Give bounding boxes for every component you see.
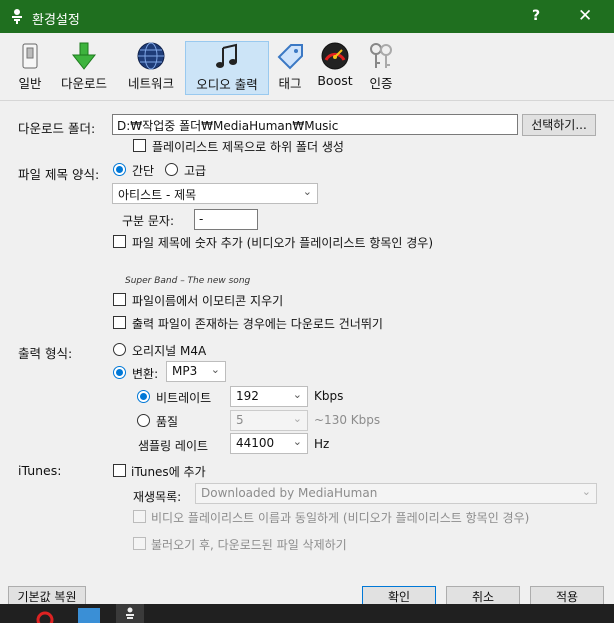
tab-audio-output[interactable]: 오디오 출력 xyxy=(185,41,269,95)
window-title: 환경설정 xyxy=(32,13,80,28)
chevron-down-icon: ⌄ xyxy=(210,363,220,376)
tag-icon xyxy=(277,44,303,70)
skip-existing-checkbox[interactable] xyxy=(113,316,126,329)
keys-icon xyxy=(370,43,392,68)
quality-label: 품질 xyxy=(156,415,179,429)
switch-icon xyxy=(22,43,38,69)
download-folder-label: 다운로드 폴더: xyxy=(18,121,96,136)
advanced-radio-label: 고급 xyxy=(184,164,207,178)
music-note-icon xyxy=(216,43,237,68)
app-icon xyxy=(12,9,22,24)
format-value: MP3 xyxy=(172,364,198,378)
convert-label: 변환: xyxy=(132,367,159,381)
subfolder-checkbox[interactable] xyxy=(133,139,146,152)
format-select[interactable]: MP3 ⌄ xyxy=(166,361,226,382)
bitrate-label: 비트레이트 xyxy=(156,391,212,405)
original-m4a-radio[interactable] xyxy=(113,343,126,356)
photos-app-icon[interactable] xyxy=(78,608,100,623)
chevron-down-icon: ⌄ xyxy=(292,388,302,401)
playlist-value: Downloaded by MediaHuman xyxy=(201,486,378,500)
mediahuman-taskbar-icon[interactable] xyxy=(116,604,144,623)
speedometer-icon xyxy=(321,42,349,70)
samplerate-unit: Hz xyxy=(314,437,330,451)
add-number-label: 파일 제목에 숫자 추가 (비디오가 플레이리스트 항목인 경우) xyxy=(132,236,434,250)
chevron-down-icon: ⌄ xyxy=(292,412,302,425)
chevron-down-icon: ⌄ xyxy=(292,435,302,448)
itunes-label: iTunes: xyxy=(18,463,62,478)
separator-input[interactable]: - xyxy=(194,209,258,230)
globe-icon xyxy=(137,42,165,70)
separator-label: 구분 문자: xyxy=(122,214,175,228)
download-arrow-icon xyxy=(71,42,97,70)
filename-pattern-value: 아티스트 - 제목 xyxy=(118,188,197,202)
app-ring-icon[interactable] xyxy=(36,608,54,623)
remove-emoji-label: 파일이름에서 이모티콘 지우기 xyxy=(132,294,284,308)
same-name-checkbox[interactable] xyxy=(133,510,146,523)
delete-after-checkbox[interactable] xyxy=(133,537,146,550)
skip-existing-label: 출력 파일이 존재하는 경우에는 다운로드 건너뛰기 xyxy=(132,317,383,331)
delete-after-label: 불러오기 후, 다운로드된 파일 삭제하기 xyxy=(151,538,347,552)
subfolder-label: 플레이리스트 제목으로 하위 폴더 생성 xyxy=(152,140,344,154)
tab-download[interactable]: 다운로드 xyxy=(54,41,114,95)
playlist-select[interactable]: Downloaded by MediaHuman ⌄ xyxy=(195,483,597,504)
simple-radio-label: 간단 xyxy=(132,164,155,178)
simple-radio[interactable] xyxy=(113,163,126,176)
filename-pattern-select[interactable]: 아티스트 - 제목 ⌄ xyxy=(112,183,318,204)
tab-general[interactable]: 일반 xyxy=(10,41,50,95)
output-format-label: 출력 형식: xyxy=(18,346,73,361)
chevron-down-icon: ⌄ xyxy=(581,485,591,498)
tab-tag[interactable]: 태그 xyxy=(273,41,307,95)
same-name-label: 비디오 플레이리스트 이름과 동일하게 (비디오가 플레이리스트 항목인 경우) xyxy=(151,511,530,525)
samplerate-value: 44100 xyxy=(236,436,275,450)
quality-hint: ~130 Kbps xyxy=(314,413,381,427)
title-bar: 환경설정 ? ✕ xyxy=(0,0,614,33)
download-folder-input[interactable]: D:₩작업중 폴더₩MediaHuman₩Music xyxy=(112,114,518,135)
browse-button[interactable]: 선택하기... xyxy=(522,114,596,136)
samplerate-select[interactable]: 44100 ⌄ xyxy=(230,433,308,454)
add-number-checkbox[interactable] xyxy=(113,235,126,248)
taskbar xyxy=(0,604,614,623)
bitrate-radio[interactable] xyxy=(137,390,150,403)
quality-select[interactable]: 5 ⌄ xyxy=(230,410,308,431)
tab-boost[interactable]: Boost xyxy=(313,41,357,95)
playlist-label: 재생목록: xyxy=(133,490,182,504)
tab-network[interactable]: 네트워크 xyxy=(120,41,182,95)
samplerate-label: 샘플링 레이트 xyxy=(138,439,209,453)
filename-format-label: 파일 제목 양식: xyxy=(18,167,100,182)
remove-emoji-checkbox[interactable] xyxy=(113,293,126,306)
original-m4a-label: 오리지널 M4A xyxy=(132,344,207,358)
bitrate-select[interactable]: 192 ⌄ xyxy=(230,386,308,407)
filename-example: Super Band – The new song xyxy=(125,276,251,286)
itunes-add-label: iTunes에 추가 xyxy=(131,465,206,479)
close-button[interactable]: ✕ xyxy=(578,6,592,26)
tab-auth[interactable]: 인증 xyxy=(363,41,399,95)
preferences-toolbar: 일반 다운로드 네트워크 오디오 출력 태그 Boost 인증 xyxy=(0,33,614,101)
quality-value: 5 xyxy=(236,413,244,427)
itunes-add-checkbox[interactable] xyxy=(113,464,126,477)
help-button[interactable]: ? xyxy=(532,8,540,24)
chevron-down-icon: ⌄ xyxy=(302,185,312,198)
bitrate-unit: Kbps xyxy=(314,389,344,403)
bitrate-value: 192 xyxy=(236,389,259,403)
convert-radio[interactable] xyxy=(113,366,126,379)
quality-radio[interactable] xyxy=(137,414,150,427)
advanced-radio[interactable] xyxy=(165,163,178,176)
